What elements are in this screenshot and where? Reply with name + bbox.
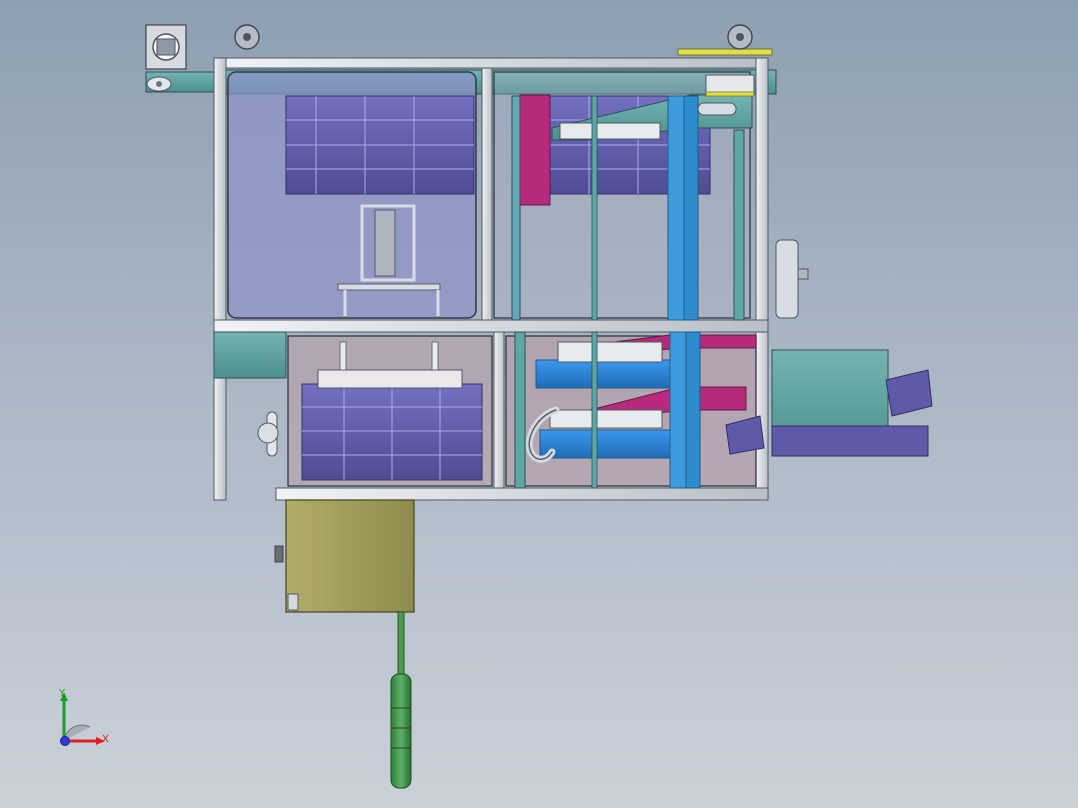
lower-right-clamp-bottom[interactable] bbox=[549, 409, 663, 429]
outer-frame-top[interactable] bbox=[213, 57, 767, 69]
triad-x-label: X bbox=[102, 734, 109, 745]
lower-left-gripper-post-1 bbox=[339, 341, 347, 371]
top-wheel-left-hub bbox=[243, 33, 251, 41]
electrical-box-bottom-fitting bbox=[287, 593, 299, 611]
outer-frame-center-vertical-upper[interactable] bbox=[481, 67, 493, 321]
outer-frame-left[interactable] bbox=[213, 57, 227, 501]
upper-right-magenta-plate[interactable] bbox=[519, 94, 551, 206]
cad-viewport[interactable]: X Y bbox=[0, 0, 1078, 808]
outer-frame-bottom[interactable] bbox=[275, 487, 769, 501]
axis-triad-icon: X Y bbox=[50, 685, 120, 755]
lower-right-rod-4[interactable] bbox=[685, 331, 701, 489]
upper-right-arm-slot bbox=[697, 102, 737, 116]
triad-origin-icon bbox=[60, 736, 70, 746]
right-outfeed-bin[interactable] bbox=[771, 425, 929, 457]
electrical-box[interactable] bbox=[285, 499, 415, 613]
upper-right-vertical-rod-1[interactable] bbox=[511, 95, 521, 321]
left-rail-mount-hole bbox=[156, 81, 162, 87]
bottom-left-frame-wheel[interactable] bbox=[257, 422, 279, 444]
right-outfeed-tilted-bin-1[interactable] bbox=[885, 369, 933, 417]
upper-left-lift-base[interactable] bbox=[337, 283, 441, 291]
lower-right-blue-bin-top[interactable] bbox=[535, 359, 687, 389]
hanging-cylinder[interactable] bbox=[390, 673, 412, 789]
upper-left-lift-cylinder[interactable] bbox=[374, 209, 396, 277]
right-side-cylinder-detail bbox=[797, 268, 809, 280]
outer-frame-center-vertical-lower[interactable] bbox=[493, 331, 505, 489]
triad-y-label: Y bbox=[59, 688, 66, 699]
lower-right-clamp-top[interactable] bbox=[557, 341, 663, 363]
electrical-box-side-tab bbox=[274, 545, 284, 563]
machine-assembly[interactable] bbox=[0, 0, 1078, 808]
right-side-cylinder[interactable] bbox=[775, 239, 799, 319]
top-left-fixture-core bbox=[156, 38, 176, 56]
top-right-mount[interactable] bbox=[705, 74, 755, 94]
upper-right-vertical-rod-3[interactable] bbox=[667, 95, 685, 321]
outer-frame-middle-horizontal[interactable] bbox=[213, 319, 769, 333]
hanging-rod[interactable] bbox=[397, 611, 405, 675]
top-wheel-right-hub bbox=[736, 33, 744, 41]
top-right-yellow-strip[interactable] bbox=[677, 48, 773, 56]
lower-right-rod-3[interactable] bbox=[669, 331, 687, 489]
upper-right-vertical-rod-4[interactable] bbox=[683, 95, 699, 321]
lower-left-gripper-post-2 bbox=[431, 341, 439, 371]
upper-right-clamp-block[interactable] bbox=[559, 122, 661, 140]
upper-right-vertical-rod-5[interactable] bbox=[733, 129, 745, 321]
lower-left-teal-block[interactable] bbox=[213, 331, 287, 379]
top-right-mount-yellow bbox=[705, 91, 755, 97]
lower-right-rod-1[interactable] bbox=[514, 331, 526, 489]
lower-right-rod-2[interactable] bbox=[591, 331, 598, 489]
lower-left-gripper-bar[interactable] bbox=[317, 369, 463, 389]
upper-right-vertical-rod-2[interactable] bbox=[591, 95, 598, 321]
